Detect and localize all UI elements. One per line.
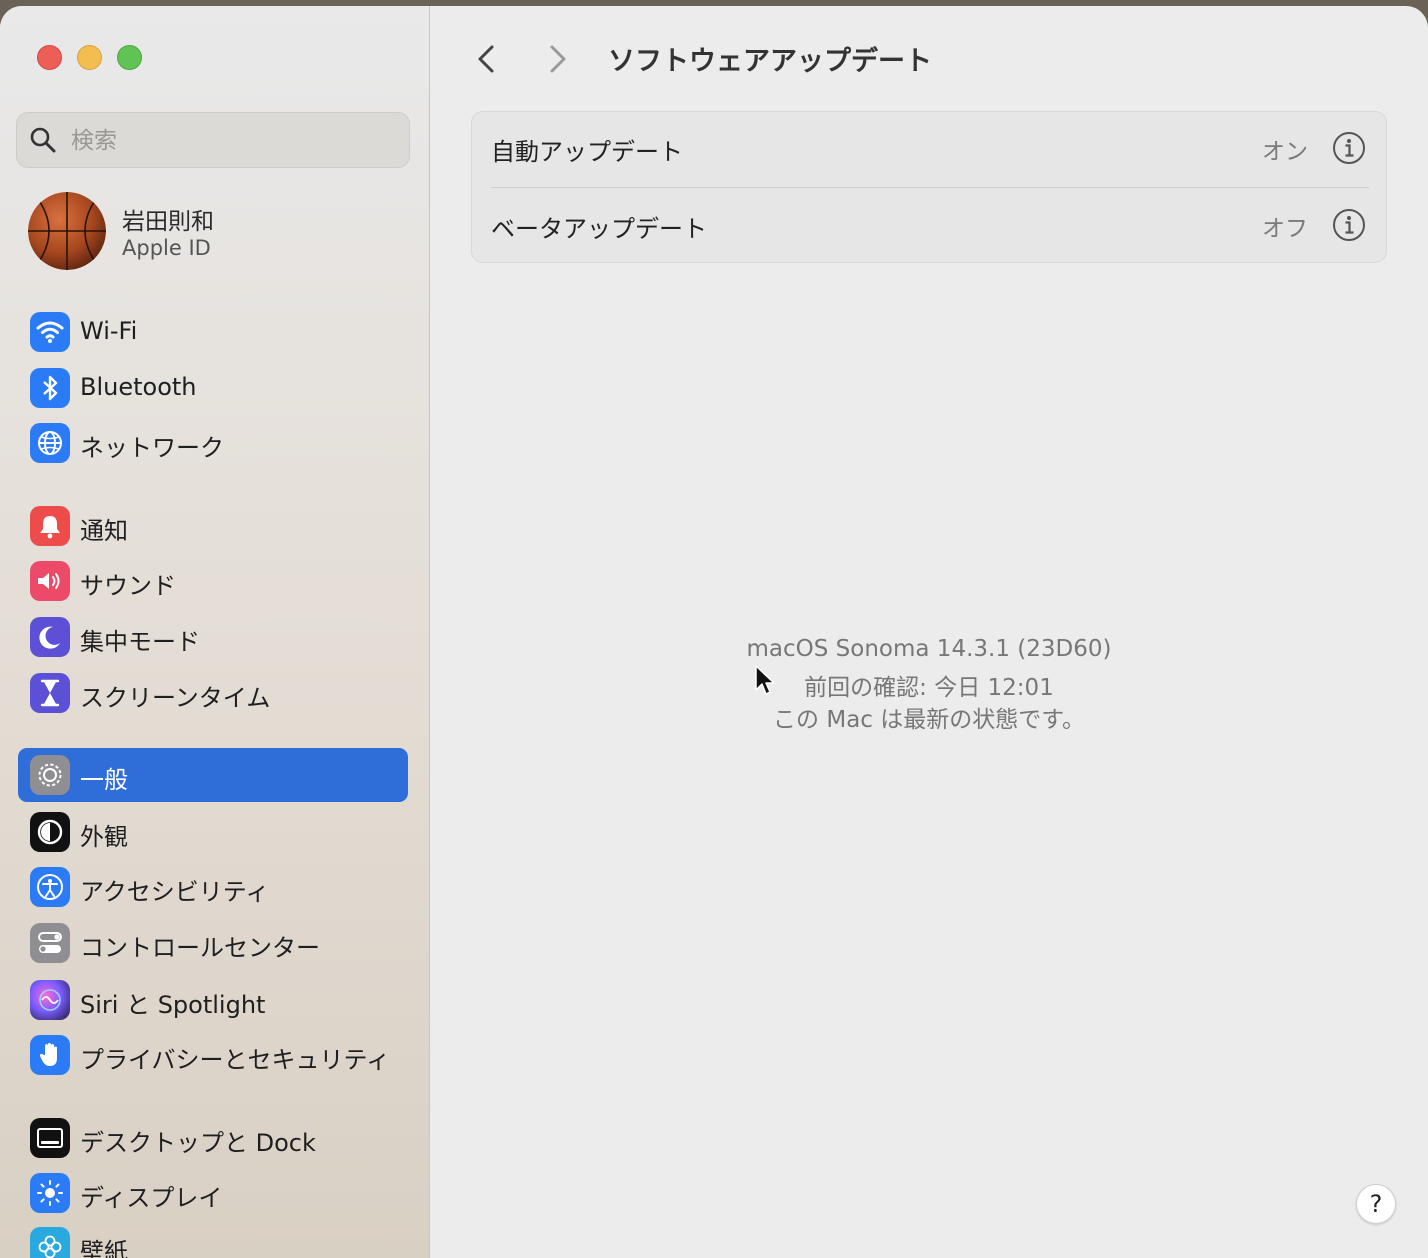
moon-icon (30, 617, 70, 657)
close-window-button[interactable] (37, 45, 62, 70)
sidebar-item-label: 壁紙 (80, 1238, 128, 1258)
gear-icon (30, 755, 70, 795)
sidebar-item-siri-spotlight[interactable]: Siri と Spotlight (18, 973, 408, 1027)
sidebar-item-control-center[interactable]: コントロールセンター (18, 916, 408, 970)
row-divider (491, 187, 1369, 188)
accessibility-icon (30, 867, 70, 907)
wifi-icon (30, 312, 70, 352)
beta-updates-value: オフ (1262, 216, 1308, 242)
hourglass-icon (30, 673, 70, 713)
os-version-text: macOS Sonoma 14.3.1 (23D60) (746, 636, 1112, 662)
bluetooth-icon (30, 368, 70, 408)
beta-updates-label: ベータアップデート (491, 215, 707, 243)
sidebar-item-label: アクセシビリティ (80, 878, 270, 906)
sidebar-item-focus[interactable]: 集中モード (18, 610, 408, 664)
up-to-date-message: この Mac は最新の状態です。 (773, 707, 1085, 733)
update-settings-card: 自動アップデート オン ベータアップデート オフ (471, 111, 1387, 263)
sidebar-item-label: サウンド (80, 572, 176, 600)
sidebar-item-label: Wi-Fi (80, 317, 138, 345)
hand-icon (30, 1035, 70, 1075)
page-title: ソフトウェアアップデート (608, 46, 932, 77)
sidebar-item-label: 集中モード (80, 628, 200, 656)
appearance-icon (30, 812, 70, 852)
sidebar-item-label: 通知 (80, 517, 128, 545)
zoom-window-button[interactable] (117, 45, 142, 70)
sidebar-item-label: デスクトップと Dock (80, 1129, 316, 1157)
sidebar-item-label: Siri と Spotlight (80, 991, 266, 1019)
sidebar-item-desktop-dock[interactable]: デスクトップと Dock (18, 1111, 408, 1165)
apple-id-profile[interactable]: 岩田則和 Apple ID (28, 192, 408, 274)
search-icon (30, 127, 56, 153)
sidebar-item-label: 一般 (80, 766, 128, 794)
sidebar-item-sound[interactable]: サウンド (18, 554, 408, 608)
sun-icon (30, 1173, 70, 1213)
sidebar-item-wallpaper[interactable]: 壁紙 (18, 1220, 408, 1258)
flower-icon (30, 1227, 70, 1258)
system-settings-window: 岩田則和 Apple ID Wi-Fi Bluetooth (0, 6, 1428, 1258)
mouse-cursor-icon (755, 665, 775, 695)
search-field[interactable] (16, 112, 410, 168)
back-chevron-icon[interactable] (470, 42, 506, 76)
main-content: ソフトウェアアップデート 自動アップデート オン ベータアップデート オフ ma… (430, 6, 1428, 1258)
profile-name: 岩田則和 (122, 209, 214, 235)
avatar (28, 192, 106, 270)
sidebar: 岩田則和 Apple ID Wi-Fi Bluetooth (0, 6, 430, 1258)
profile-subtitle: Apple ID (122, 236, 211, 260)
sidebar-item-label: ネットワーク (80, 434, 224, 462)
sidebar-item-screen-time[interactable]: スクリーンタイム (18, 666, 408, 720)
last-checked-text: 前回の確認: 今日 12:01 (804, 675, 1054, 701)
sidebar-item-label: ディスプレイ (80, 1184, 223, 1212)
toggles-icon (30, 923, 70, 963)
help-button[interactable]: ? (1356, 1184, 1396, 1224)
sidebar-item-network[interactable]: ネットワーク (18, 416, 408, 470)
sidebar-item-notifications[interactable]: 通知 (18, 499, 408, 553)
minimize-window-button[interactable] (77, 45, 102, 70)
speaker-icon (30, 561, 70, 601)
search-input[interactable] (69, 121, 393, 161)
sidebar-item-label: Bluetooth (80, 373, 197, 401)
sidebar-item-label: プライバシーとセキュリティ (80, 1046, 391, 1074)
sidebar-item-accessibility[interactable]: アクセシビリティ (18, 860, 408, 914)
bell-icon (30, 506, 70, 546)
forward-chevron-icon[interactable] (540, 42, 576, 76)
sidebar-item-general[interactable]: 一般 (18, 748, 408, 802)
sidebar-item-privacy-security[interactable]: プライバシーとセキュリティ (18, 1028, 408, 1082)
sidebar-item-label: コントロールセンター (80, 934, 320, 962)
globe-icon (30, 423, 70, 463)
siri-icon (30, 980, 70, 1020)
info-icon[interactable] (1332, 208, 1366, 242)
automatic-updates-value: オン (1262, 139, 1308, 165)
beta-updates-row: ベータアップデート オフ (472, 189, 1388, 265)
sidebar-item-label: スクリーンタイム (80, 684, 271, 712)
automatic-updates-row: 自動アップデート オン (472, 112, 1388, 188)
automatic-updates-label: 自動アップデート (491, 138, 683, 166)
sidebar-item-appearance[interactable]: 外観 (18, 805, 408, 859)
sidebar-item-bluetooth[interactable]: Bluetooth (18, 361, 408, 415)
info-icon[interactable] (1332, 131, 1366, 165)
sidebar-item-displays[interactable]: ディスプレイ (18, 1166, 408, 1220)
sidebar-item-label: 外観 (80, 823, 128, 851)
sidebar-item-wifi[interactable]: Wi-Fi (18, 305, 408, 359)
dock-icon (30, 1118, 70, 1158)
